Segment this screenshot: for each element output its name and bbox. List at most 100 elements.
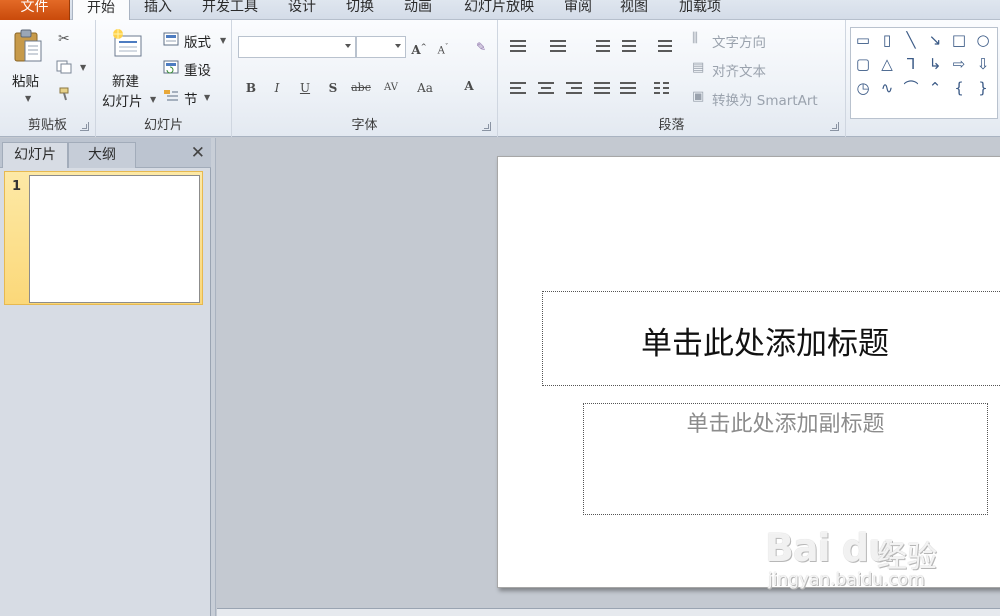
rectangle-shape-icon[interactable]: □ <box>949 30 969 50</box>
down-arrow-shape-icon[interactable]: ⇩ <box>973 54 993 74</box>
italic-icon[interactable]: I <box>266 78 288 98</box>
group-paragraph: ⫼ 文字方向 ▤ 对齐文本 ▣ 转换为 SmartArt 段落 <box>498 20 846 137</box>
subtitle-placeholder-text: 单击此处添加副标题 <box>686 412 885 437</box>
justify-icon[interactable] <box>594 82 610 94</box>
tab-insert[interactable]: 插入 <box>136 0 180 20</box>
tab-home[interactable]: 开始 <box>72 0 130 21</box>
new-slide-icon[interactable] <box>112 28 144 64</box>
strikethrough-icon[interactable]: abc <box>350 78 372 98</box>
font-launcher-icon[interactable] <box>482 122 491 131</box>
elbow-arrow-shape-icon[interactable]: ↳ <box>925 54 945 74</box>
tab-transitions[interactable]: 切换 <box>338 0 382 20</box>
close-pane-icon[interactable]: ✕ <box>191 143 205 163</box>
format-painter-icon[interactable] <box>58 86 74 106</box>
slide-number: 1 <box>12 179 22 194</box>
shadow-icon[interactable]: S <box>322 78 344 98</box>
tab-view[interactable]: 视图 <box>612 0 656 20</box>
tab-slideshow[interactable]: 幻灯片放映 <box>454 0 544 20</box>
triangle-shape-icon[interactable]: △ <box>877 54 897 74</box>
textbox-shape-icon[interactable]: ▭ <box>853 30 873 50</box>
line-shape-icon[interactable]: ╲ <box>901 30 921 50</box>
tab-animations[interactable]: 动画 <box>396 0 440 20</box>
new-slide-dropdown-arrow[interactable]: ▼ <box>150 95 156 104</box>
font-name-combo[interactable] <box>238 36 356 58</box>
title-placeholder[interactable]: 单击此处添加标题 <box>542 291 1000 386</box>
align-center-icon[interactable] <box>538 82 554 94</box>
layout-dropdown-arrow[interactable]: ▼ <box>220 36 226 45</box>
paragraph-launcher-icon[interactable] <box>830 122 839 131</box>
section-label[interactable]: 节 <box>184 88 198 108</box>
slide-thumbnail-selected[interactable]: 1 <box>4 171 203 305</box>
pane-splitter[interactable] <box>211 138 216 616</box>
align-right-icon[interactable] <box>566 82 582 94</box>
align-text-label[interactable]: 对齐文本 <box>712 60 766 80</box>
smartart-icon[interactable]: ▣ <box>692 89 704 104</box>
align-text-icon[interactable]: ▤ <box>692 60 704 75</box>
line-spacing-icon[interactable] <box>658 40 674 52</box>
section-icon[interactable] <box>163 89 179 107</box>
bold-icon[interactable]: B <box>240 78 262 98</box>
tab-design[interactable]: 设计 <box>280 0 324 20</box>
cut-icon[interactable]: ✂ <box>58 31 70 47</box>
convert-smartart-label[interactable]: 转换为 SmartArt <box>712 89 818 109</box>
subtitle-placeholder[interactable]: 单击此处添加副标题 <box>583 403 988 515</box>
copy-dropdown-arrow[interactable]: ▼ <box>80 63 86 72</box>
bullets-icon[interactable] <box>510 40 526 52</box>
font-size-combo[interactable] <box>356 36 406 58</box>
text-direction-label[interactable]: 文字方向 <box>712 31 766 51</box>
new-slide-label-2[interactable]: 幻灯片 <box>102 90 143 110</box>
oval-shape-icon[interactable]: ○ <box>973 30 993 50</box>
arc-shape-icon[interactable]: ⌒ <box>901 78 921 98</box>
paste-button[interactable] <box>12 28 44 64</box>
slide-thumbnail[interactable] <box>29 175 200 303</box>
new-slide-label-1[interactable]: 新建 <box>112 70 139 90</box>
shapes-gallery[interactable]: ▭ ▯ ╲ ↘ □ ○ ▢ △ ⅂ ↳ ⇨ ⇩ ◷ ∿ ⌒ ⌃ { } <box>850 27 998 119</box>
freeform-shape-icon[interactable]: ◷ <box>853 78 873 98</box>
right-arrow-shape-icon[interactable]: ⇨ <box>949 54 969 74</box>
elbow-connector-shape-icon[interactable]: ⅂ <box>901 54 921 74</box>
font-name-dropdown-arrow[interactable] <box>345 44 351 48</box>
grow-font-icon[interactable]: A^ <box>408 37 430 57</box>
change-case-icon[interactable]: Aa <box>414 78 436 98</box>
align-left-icon[interactable] <box>510 82 526 94</box>
tab-developer[interactable]: 开发工具 <box>192 0 268 20</box>
underline-icon[interactable]: U <box>294 78 316 98</box>
reset-icon[interactable] <box>163 60 179 78</box>
tab-outline-pane[interactable]: 大纲 <box>68 142 136 168</box>
layout-label[interactable]: 版式 <box>184 31 211 51</box>
section-dropdown-arrow[interactable]: ▼ <box>204 93 210 102</box>
scribble-shape-icon[interactable]: ∿ <box>877 78 897 98</box>
rounded-rect-shape-icon[interactable]: ▢ <box>853 54 873 74</box>
decrease-indent-icon[interactable] <box>596 40 612 52</box>
font-size-dropdown-arrow[interactable] <box>395 44 401 48</box>
copy-icon[interactable] <box>56 60 74 78</box>
right-brace-shape-icon[interactable]: } <box>973 78 993 98</box>
tab-slides-pane[interactable]: 幻灯片 <box>2 142 68 168</box>
columns-icon[interactable] <box>654 82 670 94</box>
tab-addins[interactable]: 加载项 <box>670 0 730 20</box>
tab-file[interactable]: 文件 <box>0 0 70 20</box>
layout-icon[interactable] <box>163 32 179 50</box>
shrink-font-icon[interactable]: Aˇ <box>432 37 454 57</box>
paragraph-group-label: 段落 <box>658 118 685 133</box>
watermark-logo: Bai du <box>765 526 895 570</box>
pane-tabs: 幻灯片 大纲 ✕ <box>0 138 211 168</box>
clipboard-launcher-icon[interactable] <box>80 122 89 131</box>
notes-pane-edge[interactable] <box>217 608 1000 616</box>
left-brace-shape-icon[interactable]: { <box>949 78 969 98</box>
arrow-line-shape-icon[interactable]: ↘ <box>925 30 945 50</box>
increase-indent-icon[interactable] <box>622 40 638 52</box>
ribbon-home: 粘贴 ▼ ✂ ▼ 剪贴板 新建 幻灯片 ▼ 版式 ▼ 重设 节 ▼ 幻灯片 A^… <box>0 20 1000 137</box>
paste-label[interactable]: 粘贴 <box>12 70 39 90</box>
numbering-icon[interactable] <box>550 40 566 52</box>
tab-review[interactable]: 审阅 <box>556 0 600 20</box>
font-color-icon[interactable]: A <box>458 76 480 96</box>
paste-dropdown-arrow[interactable]: ▼ <box>25 94 31 103</box>
distributed-icon[interactable] <box>620 82 636 94</box>
curve-shape-icon[interactable]: ⌃ <box>925 78 945 98</box>
clear-formatting-icon[interactable]: ✎ <box>470 37 492 57</box>
char-spacing-icon[interactable]: AV <box>380 78 402 98</box>
text-direction-icon[interactable]: ⫼ <box>692 31 698 46</box>
reset-label[interactable]: 重设 <box>184 59 211 79</box>
vertical-textbox-shape-icon[interactable]: ▯ <box>877 30 897 50</box>
